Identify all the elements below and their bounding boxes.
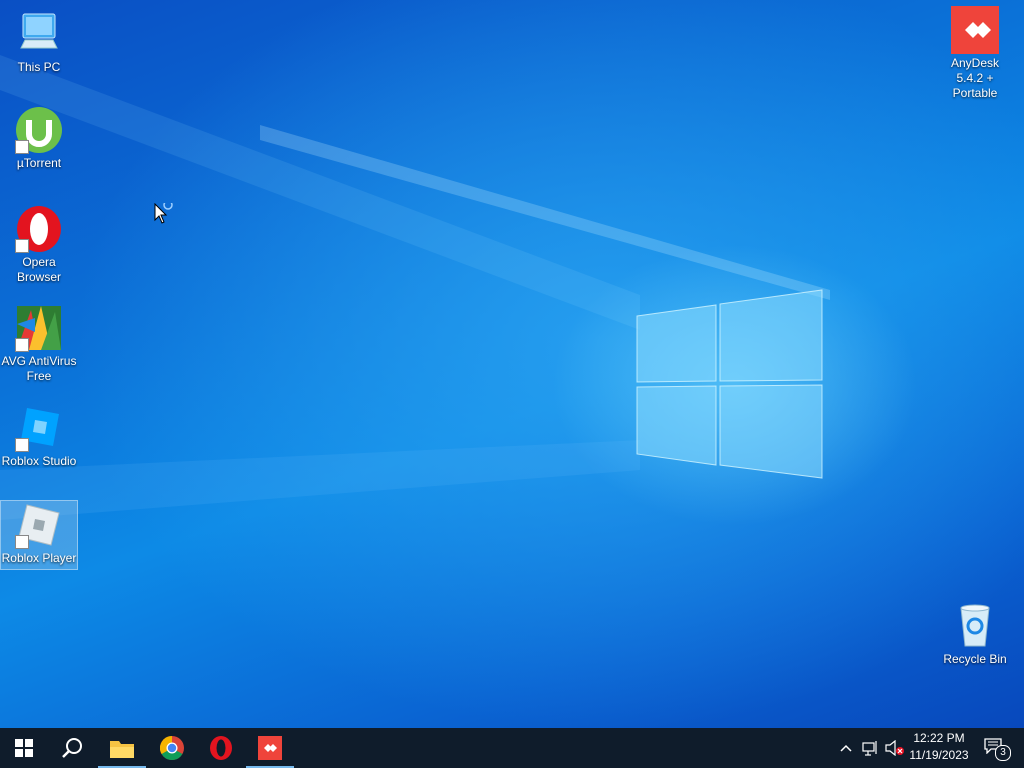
desktop-icon-label: AnyDesk 5.4.2 + Portable	[950, 56, 1000, 100]
chevron-up-icon	[840, 744, 852, 752]
opera-icon	[210, 736, 232, 760]
taskbar-file-explorer[interactable]	[98, 728, 146, 768]
start-button[interactable]	[0, 728, 48, 768]
windows-logo-icon	[15, 739, 33, 757]
wallpaper	[0, 55, 830, 520]
shortcut-arrow-icon	[15, 140, 29, 154]
desktop-icon-label: Roblox Player	[1, 551, 77, 565]
desktop-icon-anydesk[interactable]: AnyDesk 5.4.2 + Portable	[937, 6, 1013, 101]
network-button[interactable]	[860, 728, 882, 768]
network-icon	[862, 741, 877, 756]
folder-icon	[110, 741, 134, 758]
desktop-icon-this-pc[interactable]: This PC	[1, 10, 77, 75]
chrome-icon	[160, 736, 184, 760]
windows-logo-wallpaper	[636, 289, 823, 479]
taskbar-opera[interactable]	[197, 728, 245, 768]
search-button[interactable]	[48, 728, 96, 768]
desktop-icon-roblox-player[interactable]: Roblox Player	[0, 500, 78, 570]
desktop-icon-label: AVG AntiVirus Free	[1, 354, 77, 383]
desktop-icon-label: This PC	[17, 60, 61, 74]
shortcut-arrow-icon	[15, 338, 29, 352]
desktop-icon-opera[interactable]: Opera Browser	[1, 205, 77, 285]
mouse-cursor-icon	[154, 203, 173, 224]
action-center-button[interactable]: 3	[978, 728, 1012, 768]
this-pc-icon	[15, 10, 63, 58]
clock-time: 12:22 PM	[913, 731, 965, 745]
anydesk-icon	[258, 736, 282, 760]
desktop-icon-label: Opera Browser	[16, 255, 61, 284]
desktop-icon-label: µTorrent	[16, 156, 62, 170]
desktop[interactable]: This PC µTorrent Opera Browser AVG AntiV…	[0, 0, 1024, 728]
shortcut-arrow-icon	[15, 535, 29, 549]
desktop-icon-roblox-studio[interactable]: Roblox Studio	[1, 404, 77, 469]
desktop-icon-label: Recycle Bin	[943, 652, 1007, 666]
search-icon	[62, 738, 82, 758]
desktop-icon-label: Roblox Studio	[1, 454, 77, 468]
utorrent-icon	[15, 106, 63, 154]
avg-icon	[15, 304, 63, 352]
desktop-icon-recycle-bin[interactable]: Recycle Bin	[937, 602, 1013, 667]
shortcut-arrow-icon	[15, 239, 29, 253]
roblox-player-icon	[15, 501, 63, 549]
show-hidden-icons-button[interactable]	[836, 728, 856, 768]
roblox-studio-icon	[15, 404, 63, 452]
desktop-icon-avg[interactable]: AVG AntiVirus Free	[1, 304, 77, 384]
notification-count-badge: 3	[995, 745, 1011, 761]
clock-date: 11/19/2023	[909, 748, 969, 762]
anydesk-icon	[951, 6, 999, 54]
taskbar-anydesk[interactable]	[246, 728, 294, 768]
desktop-icon-utorrent[interactable]: µTorrent	[1, 106, 77, 171]
recycle-bin-icon	[951, 602, 999, 650]
opera-icon	[15, 205, 63, 253]
taskbar-chrome[interactable]	[148, 728, 196, 768]
clock[interactable]: 12:22 PM 11/19/2023	[902, 730, 976, 764]
shortcut-arrow-icon	[15, 438, 29, 452]
